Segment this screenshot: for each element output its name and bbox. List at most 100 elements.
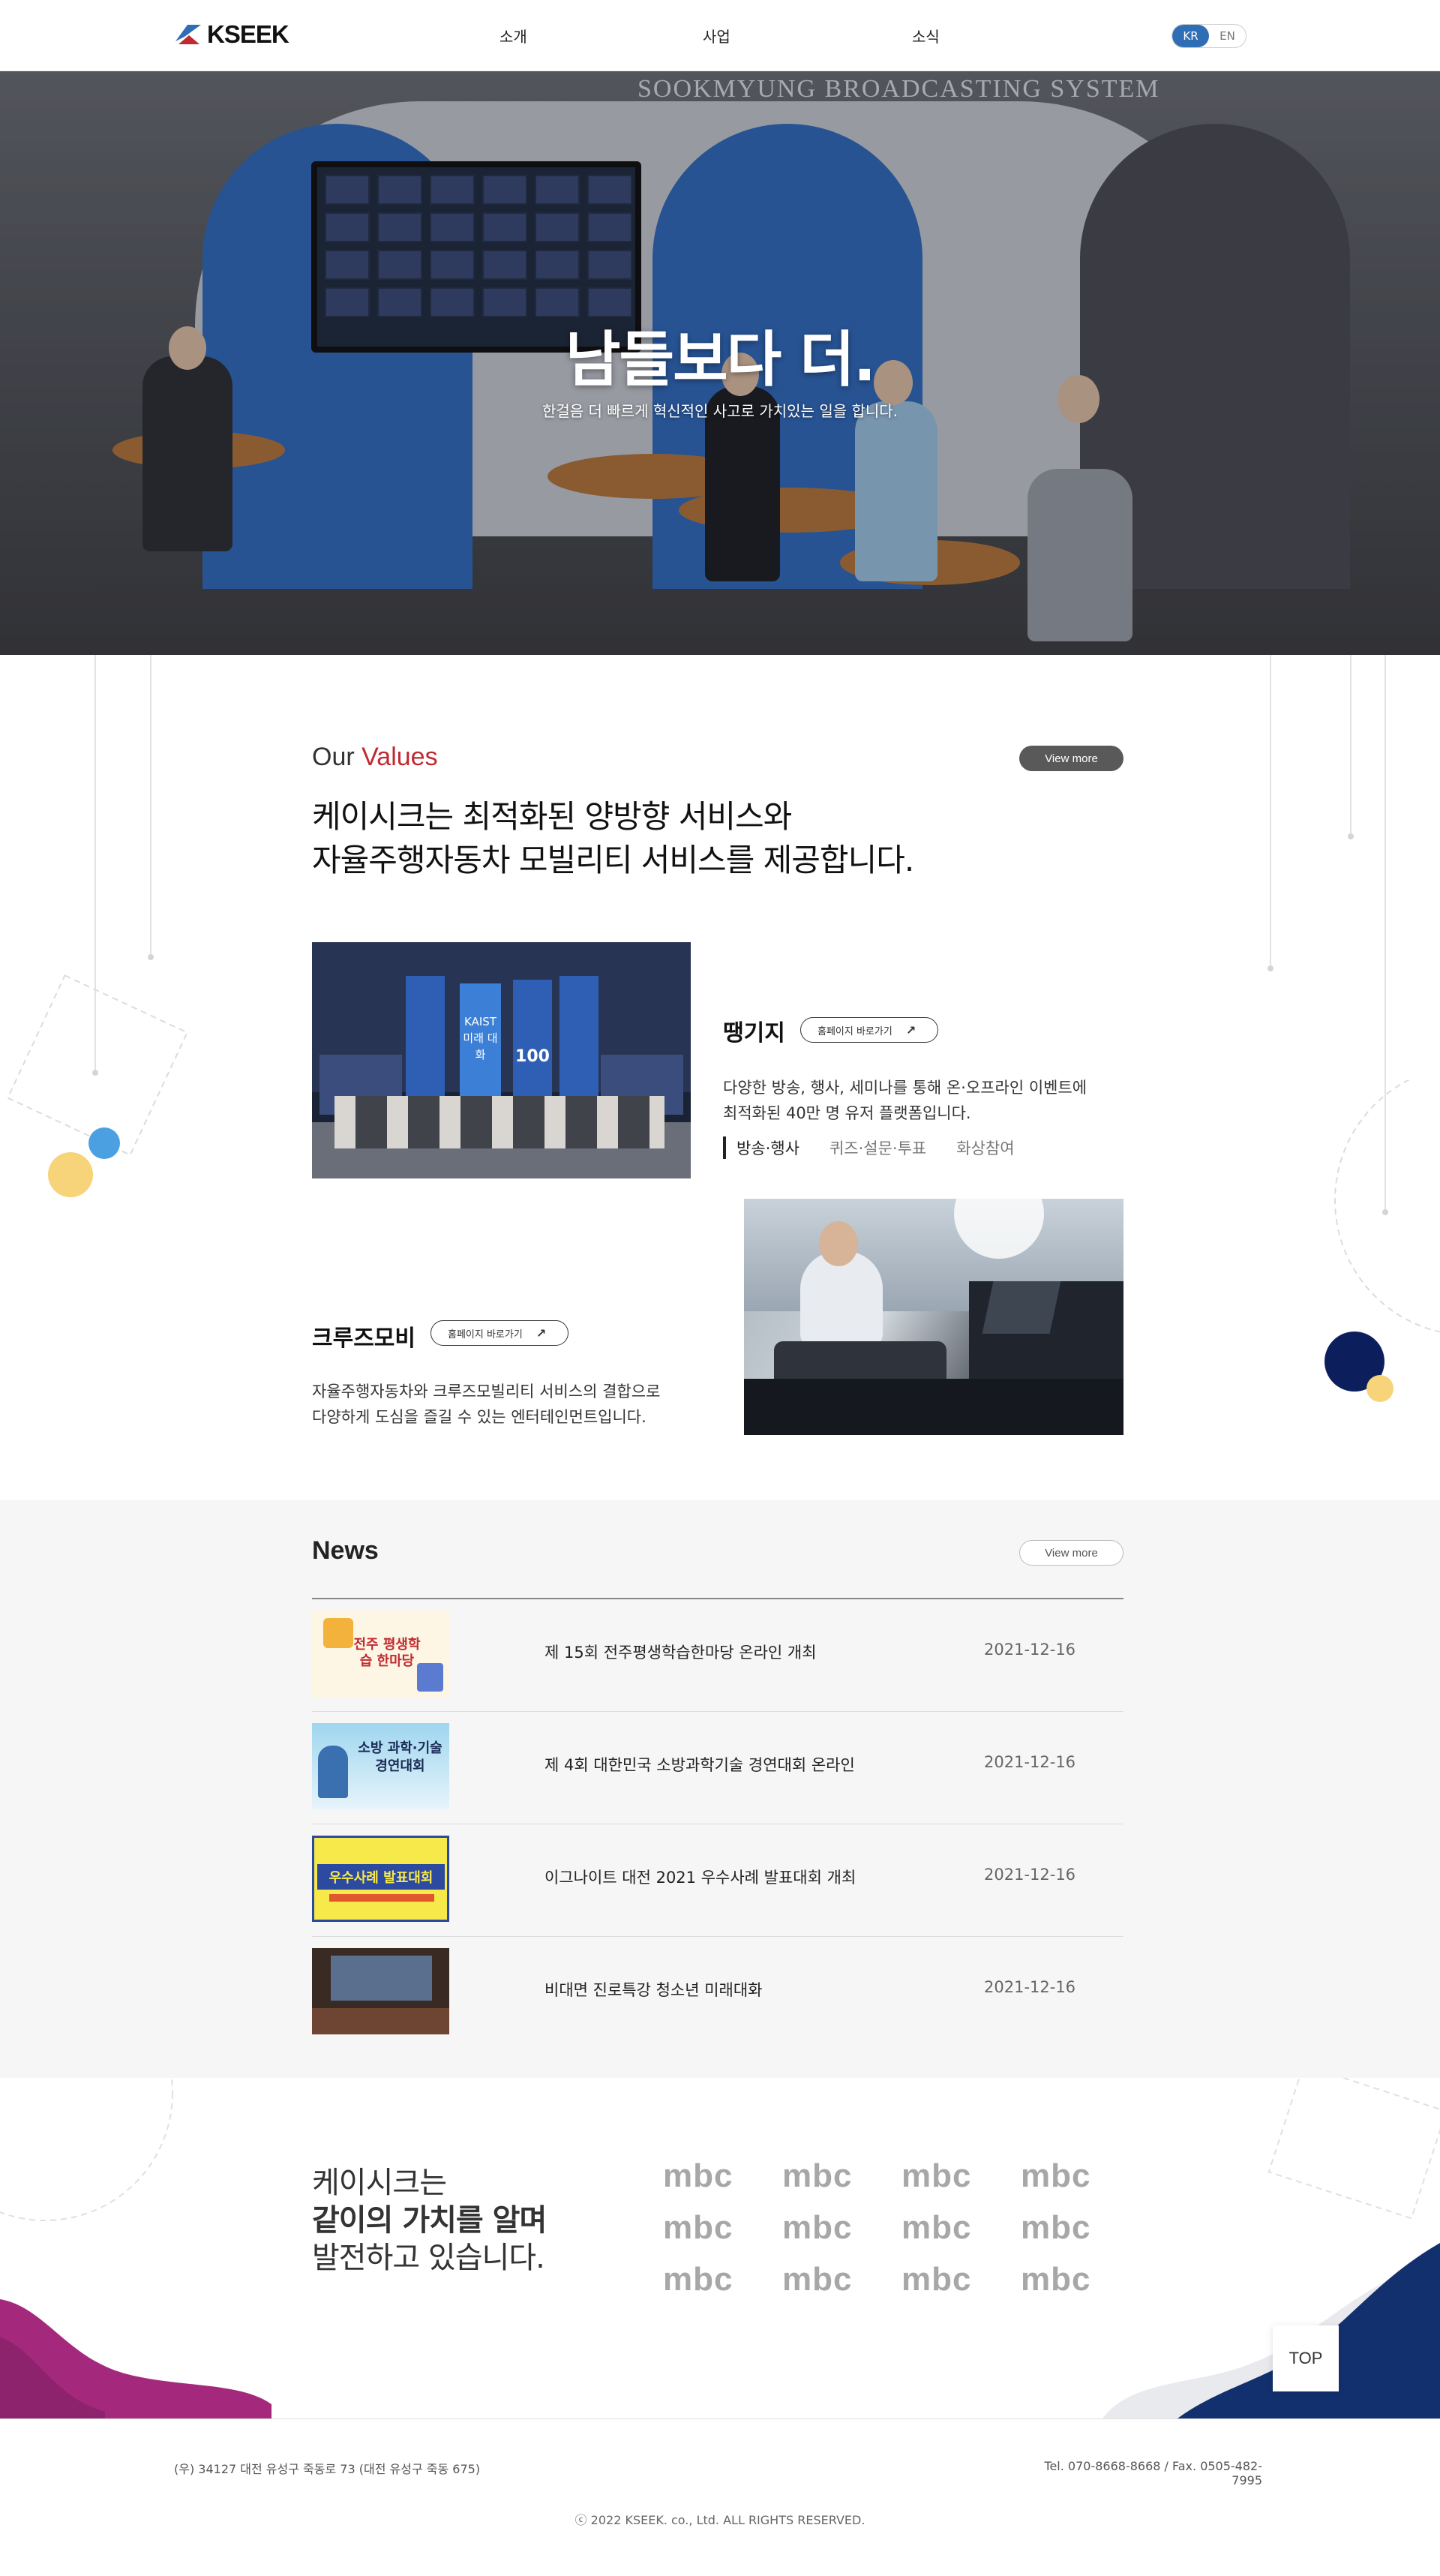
lang-kr-button[interactable]: KR [1172,25,1209,47]
news-item[interactable]: 전주 평생학습 한마당 제 15회 전주평생학습한마당 온라인 개최 2021-… [312,1599,1124,1712]
lang-en-button[interactable]: EN [1209,25,1246,47]
values-heading-prefix: Our [312,743,355,771]
news-item-title[interactable]: 이그나이트 대전 2021 우수사례 발표대회 개최 [544,1866,856,1888]
thumb-decor [417,1663,443,1692]
partner-logo-mbc[interactable]: MBC [1021,2160,1122,2193]
partner-logo-mbc[interactable]: MBC [902,2160,1003,2193]
news-thumbnail: 전주 평생학습 한마당 [312,1611,449,1697]
decor-circle-yellow [1366,1375,1394,1402]
decor-dot [1348,833,1354,839]
photo-passenger-head [819,1221,858,1266]
partner-logo-mbc[interactable]: MBC [1021,2211,1122,2244]
decor-line [150,655,152,955]
site-footer [0,2418,1440,2576]
photo-car-interior [744,1379,1124,1435]
values-heading-accent: Values [362,743,438,771]
nav-item-business[interactable]: 사업 [703,25,730,47]
decor-dot [148,954,154,960]
arrow-up-right-icon: ↗ [536,1326,547,1341]
news-item-title[interactable]: 제 4회 대한민국 소방과학기술 경연대회 온라인 [544,1753,855,1776]
tag-video-participation[interactable]: 화상참여 [956,1136,1014,1159]
thumb-decor [318,1746,348,1798]
thumb-title: 전주 평생학습 한마당 [353,1637,421,1669]
hero-subtitle: 한걸음 더 빠르게 혁신적인 사고로 가치있는 일을 합니다. [542,402,898,420]
partner-logo-mbc[interactable]: MBC [663,2211,764,2244]
decor-outline-square [7,974,188,1156]
thumb-decor [323,1618,353,1648]
values-lede-line: 자율주행자동차 모빌리티 서비스를 제공합니다. [312,842,914,878]
news-thumbnail: 소방 과학·기술 경연대회 [312,1723,449,1809]
decor-wave-right [1102,2243,1440,2418]
ttaenggiji-homepage-link[interactable]: 홈페이지 바로가기 ↗ [800,1017,938,1043]
nav-item-about[interactable]: 소개 [500,25,527,47]
decor-line [1350,655,1352,835]
partners-line-emphasis: 같이의 가치를 알며 [312,2203,547,2238]
news-item[interactable]: 우수사례 발표대회 이그나이트 대전 2021 우수사례 발표대회 개최 202… [312,1824,1124,1937]
values-lede-line: 케이시크는 최적화된 양방향 서비스와 [312,798,792,835]
kseek-logo[interactable]: KSEEK [174,20,290,50]
news-thumbnail: 우수사례 발표대회 [312,1836,449,1922]
tag-broadcast-event[interactable]: 방송·행사 [723,1136,800,1159]
homepage-link-label: 홈페이지 바로가기 [818,1025,892,1037]
news-view-more-button[interactable]: View more [1019,1540,1124,1566]
partner-logo-mbc[interactable]: MBC [663,2160,764,2193]
partner-logo-mbc[interactable]: MBC [1021,2263,1122,2296]
cruisemobi-description: 자율주행자동차와 크루즈모빌리티 서비스의 결합으로 다양하게 도심을 즐길 수… [312,1379,660,1430]
decor-wave-left [0,2299,272,2419]
photo-screen [982,1281,1061,1334]
news-item[interactable]: 소방 과학·기술 경연대회 제 4회 대한민국 소방과학기술 경연대회 온라인 … [312,1712,1124,1824]
news-item-date: 2021-12-16 [984,1866,1076,1884]
logo-text: KSEEK [207,20,290,48]
news-item-title[interactable]: 제 15회 전주평생학습한마당 온라인 개최 [544,1641,817,1663]
logo-mark-icon [176,25,201,44]
news-thumbnail [312,1948,449,2034]
thumb-decor [329,1894,434,1902]
homepage-link-label: 홈페이지 바로가기 [448,1329,523,1341]
language-toggle: KR EN [1172,24,1246,48]
scroll-to-top-button[interactable]: TOP [1273,2325,1339,2391]
partner-logo-mbc[interactable]: MBC [782,2160,884,2193]
partner-logo-mbc[interactable]: MBC [663,2263,764,2296]
ttaenggiji-tags: 방송·행사 퀴즈·설문·투표 화상참여 [723,1136,1015,1159]
footer-copyright: ⓒ 2022 KSEEK. co., Ltd. ALL RIGHTS RESER… [574,2513,866,2527]
banner-text: 100 [515,1047,550,1066]
decor-dot [1268,965,1274,971]
description-line: 최적화된 40만 명 유저 플랫폼입니다. [723,1104,971,1122]
partner-logo-mbc[interactable]: MBC [902,2211,1003,2244]
hero-banner: SOOKMYUNG BROADCASTING SYSTEM 남들보다 더. 한걸… [0,71,1440,655]
news-item-title[interactable]: 비대면 진로특강 청소년 미래대화 [544,1978,763,2001]
ttaenggiji-title: 땡기지 [723,1020,785,1046]
partner-logo-mbc[interactable]: MBC [782,2211,884,2244]
values-heading: Our Values [312,743,438,772]
partners-message: 케이시크는 같이의 가치를 알며 발전하고 있습니다. [312,2164,547,2277]
partners-line: 케이시크는 [312,2166,447,2200]
partner-logo-grid: MBC MBC MBC MBC MBC MBC MBC MBC MBC MBC … [663,2160,1122,2296]
news-item[interactable]: 비대면 진로특강 청소년 미래대화 2021-12-16 [312,1937,1124,2049]
footer-contact: Tel. 070-8668-8668 / Fax. 0505-482-7995 [1044,2459,1262,2487]
ttaenggiji-photo: KAIST 미래 대화 100 [312,942,691,1178]
decor-circle-blue [88,1127,120,1159]
partners-line: 발전하고 있습니다. [312,2241,545,2275]
description-line: 다양한 방송, 행사, 세미나를 통해 온·오프라인 이벤트에 [723,1079,1088,1097]
cruisemobi-title: 크루즈모비 [312,1326,416,1352]
cruisemobi-homepage-link[interactable]: 홈페이지 바로가기 ↗ [430,1320,568,1346]
news-item-date: 2021-12-16 [984,1978,1076,1996]
footer-address: (우) 34127 대전 유성구 죽동로 73 (대전 유성구 죽동 675) [174,2462,481,2476]
news-item-date: 2021-12-16 [984,1753,1076,1771]
description-line: 다양하게 도심을 즐길 수 있는 엔터테인먼트입니다. [312,1408,646,1426]
decor-line [1270,655,1271,970]
tag-quiz-survey-vote[interactable]: 퀴즈·설문·투표 [830,1136,926,1159]
thumb-stage-floor [312,2008,449,2034]
ttaenggiji-description: 다양한 방송, 행사, 세미나를 통해 온·오프라인 이벤트에 최적화된 40만… [723,1075,1087,1126]
banner-text: KAIST 미래 대화 [463,1015,498,1061]
values-view-more-button[interactable]: View more [1019,746,1124,771]
partner-logo-mbc[interactable]: MBC [782,2263,884,2296]
partner-logo-mbc[interactable]: MBC [902,2263,1003,2296]
description-line: 자율주행자동차와 크루즈모빌리티 서비스의 결합으로 [312,1383,661,1401]
thumb-stage-screen [331,1956,432,2001]
decor-outline-square [1268,2078,1440,2220]
hero-title: 남들보다 더. [565,325,876,395]
nav-item-news[interactable]: 소식 [912,25,940,47]
thumb-title: 우수사례 발표대회 [317,1864,445,1890]
site-header: KSEEK 소개 사업 소식 KR EN [0,0,1440,71]
